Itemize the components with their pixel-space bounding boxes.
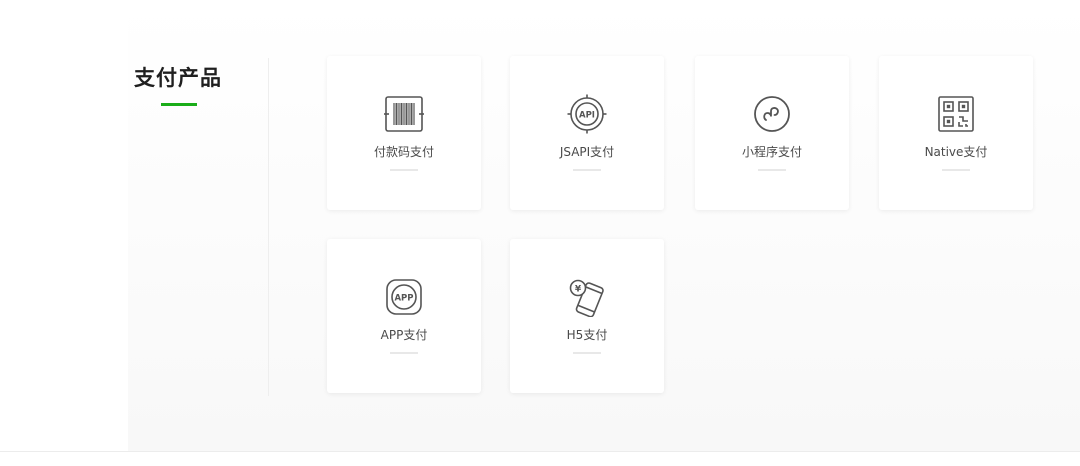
title-underline <box>161 103 197 106</box>
card-dash <box>390 352 418 354</box>
product-label: Native支付 <box>924 145 988 159</box>
product-label: APP支付 <box>380 328 428 342</box>
barcode-icon <box>384 94 424 134</box>
product-card-h5[interactable]: ¥ H5支付 <box>510 239 664 393</box>
card-dash <box>573 352 601 354</box>
product-card-native[interactable]: Native支付 <box>879 56 1033 210</box>
product-label: 小程序支付 <box>741 145 802 159</box>
product-card-app[interactable]: APP APP支付 <box>327 239 481 393</box>
card-dash <box>942 169 970 171</box>
yen-text: ¥ <box>575 285 582 295</box>
qrcode-icon <box>936 94 976 134</box>
vertical-divider <box>268 58 269 396</box>
card-dash <box>390 169 418 171</box>
product-label: 付款码支付 <box>373 145 434 159</box>
api-icon: API <box>567 94 607 134</box>
product-label: JSAPI支付 <box>559 145 615 159</box>
product-card-jsapi[interactable]: API JSAPI支付 <box>510 56 664 210</box>
h5-phone-icon: ¥ <box>567 277 607 317</box>
card-dash <box>758 169 786 171</box>
product-card-payment-code[interactable]: 付款码支付 <box>327 56 481 210</box>
mini-program-icon <box>752 94 792 134</box>
api-text: API <box>579 111 595 121</box>
section-title: 支付产品 <box>134 66 222 90</box>
product-label: H5支付 <box>566 328 608 342</box>
section-divider <box>0 451 1080 452</box>
app-text: APP <box>394 293 413 303</box>
app-icon: APP <box>384 277 424 317</box>
card-dash <box>573 169 601 171</box>
product-card-mini-program[interactable]: 小程序支付 <box>695 56 849 210</box>
